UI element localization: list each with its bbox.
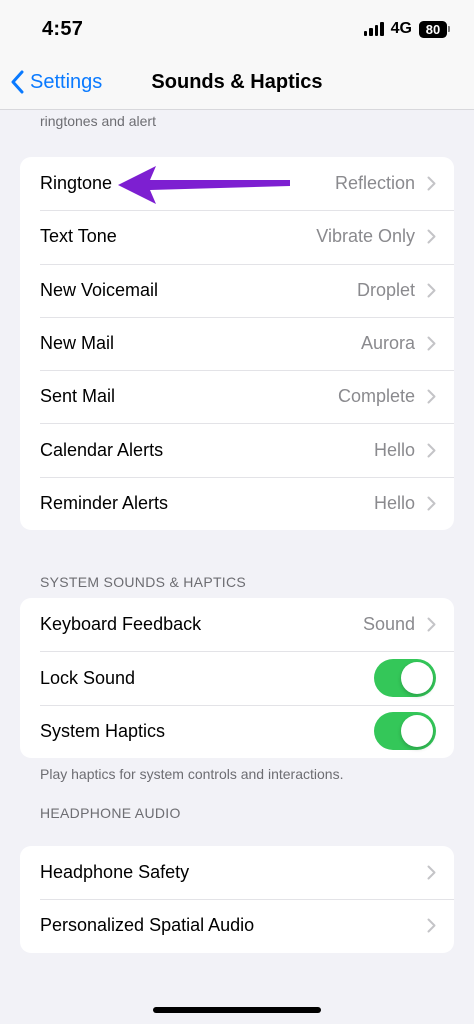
navigation-bar: Settings Sounds & Haptics [0,58,474,110]
personalized-spatial-audio-row[interactable]: Personalized Spatial Audio [20,899,454,952]
row-value: Aurora [360,333,415,354]
settings-content[interactable]: ringtones and alert Ringtone Reflection Te… [0,111,474,953]
chevron-right-icon [427,389,436,404]
headphone-audio-group: Headphone Safety Personalized Spatial Au… [20,845,454,953]
sound-row-new-mail[interactable]: New Mail Aurora [20,316,454,370]
row-label: Reminder Alerts [40,492,169,513]
row-value: Hello [373,439,415,460]
row-label: Personalized Spatial Audio [40,915,255,936]
lock-sound-row: Lock Sound [20,651,454,704]
sound-row-reminder-alerts[interactable]: Reminder Alerts Hello [20,476,454,530]
status-time: 4:57 [42,18,84,40]
status-indicators: 4G 80 [363,20,450,38]
row-label: New Voicemail [40,279,159,300]
status-bar: 4:57 4G 80 [0,0,474,58]
system-haptics-row: System Haptics [20,704,454,758]
headphone-audio-header: HEADPHONE AUDIO [40,804,181,821]
chevron-right-icon [427,229,436,244]
chevron-right-icon [427,443,436,458]
ringtones-footer-note: ringtones and alert [40,113,156,129]
system-haptics-toggle[interactable] [374,712,436,751]
row-label: Lock Sound [40,667,136,688]
sound-row-text-tone[interactable]: Text Tone Vibrate Only [20,210,454,263]
system-haptics-footer: Play haptics for system controls and int… [40,765,344,782]
system-sounds-header: SYSTEM SOUNDS & HAPTICS [40,574,247,591]
page-title: Sounds & Haptics [151,71,323,93]
battery-level: 80 [419,20,447,38]
sound-row-sent-mail[interactable]: Sent Mail Complete [20,370,454,423]
row-value: Droplet [356,279,415,300]
network-type: 4G [390,20,412,37]
chevron-right-icon [427,918,436,933]
chevron-right-icon [427,283,436,298]
sound-row-calendar-alerts[interactable]: Calendar Alerts Hello [20,423,454,476]
headphone-safety-row[interactable]: Headphone Safety [20,846,454,899]
chevron-right-icon [427,496,436,511]
row-label: Sent Mail [40,386,116,407]
cellular-signal-icon [363,22,384,36]
row-label: Calendar Alerts [40,439,164,460]
home-indicator[interactable] [153,1007,321,1013]
row-label: New Mail [40,333,115,354]
sound-patterns-group: Ringtone Reflection Text Tone Vibrate Only N… [20,157,454,531]
row-label: Keyboard Feedback [40,614,202,635]
chevron-right-icon [427,865,436,880]
row-value: Vibrate Only [316,226,415,247]
row-label: Headphone Safety [40,862,190,883]
row-value: Complete [337,386,415,407]
chevron-right-icon [427,176,436,191]
annotation-arrow-icon [118,166,290,204]
toggle-knob [401,662,433,695]
row-value: Hello [373,492,415,513]
battery-tip [448,26,450,32]
chevron-right-icon [427,336,436,351]
toggle-knob [401,715,433,748]
battery-icon: 80 [419,20,450,38]
row-value: Reflection [334,173,415,194]
row-value: Sound [362,614,415,635]
sound-row-new-voicemail[interactable]: New Voicemail Droplet [20,263,454,317]
lock-sound-toggle[interactable] [374,659,436,698]
chevron-right-icon [427,617,436,632]
system-sounds-group: Keyboard Feedback Sound Lock Sound Syste… [20,598,454,758]
keyboard-feedback-row[interactable]: Keyboard Feedback Sound [20,598,454,651]
settings-screen: 4:57 4G 80 Settings Sounds & Haptics rin… [0,0,474,1024]
row-label: Text Tone [40,226,117,247]
row-label: System Haptics [40,720,166,741]
